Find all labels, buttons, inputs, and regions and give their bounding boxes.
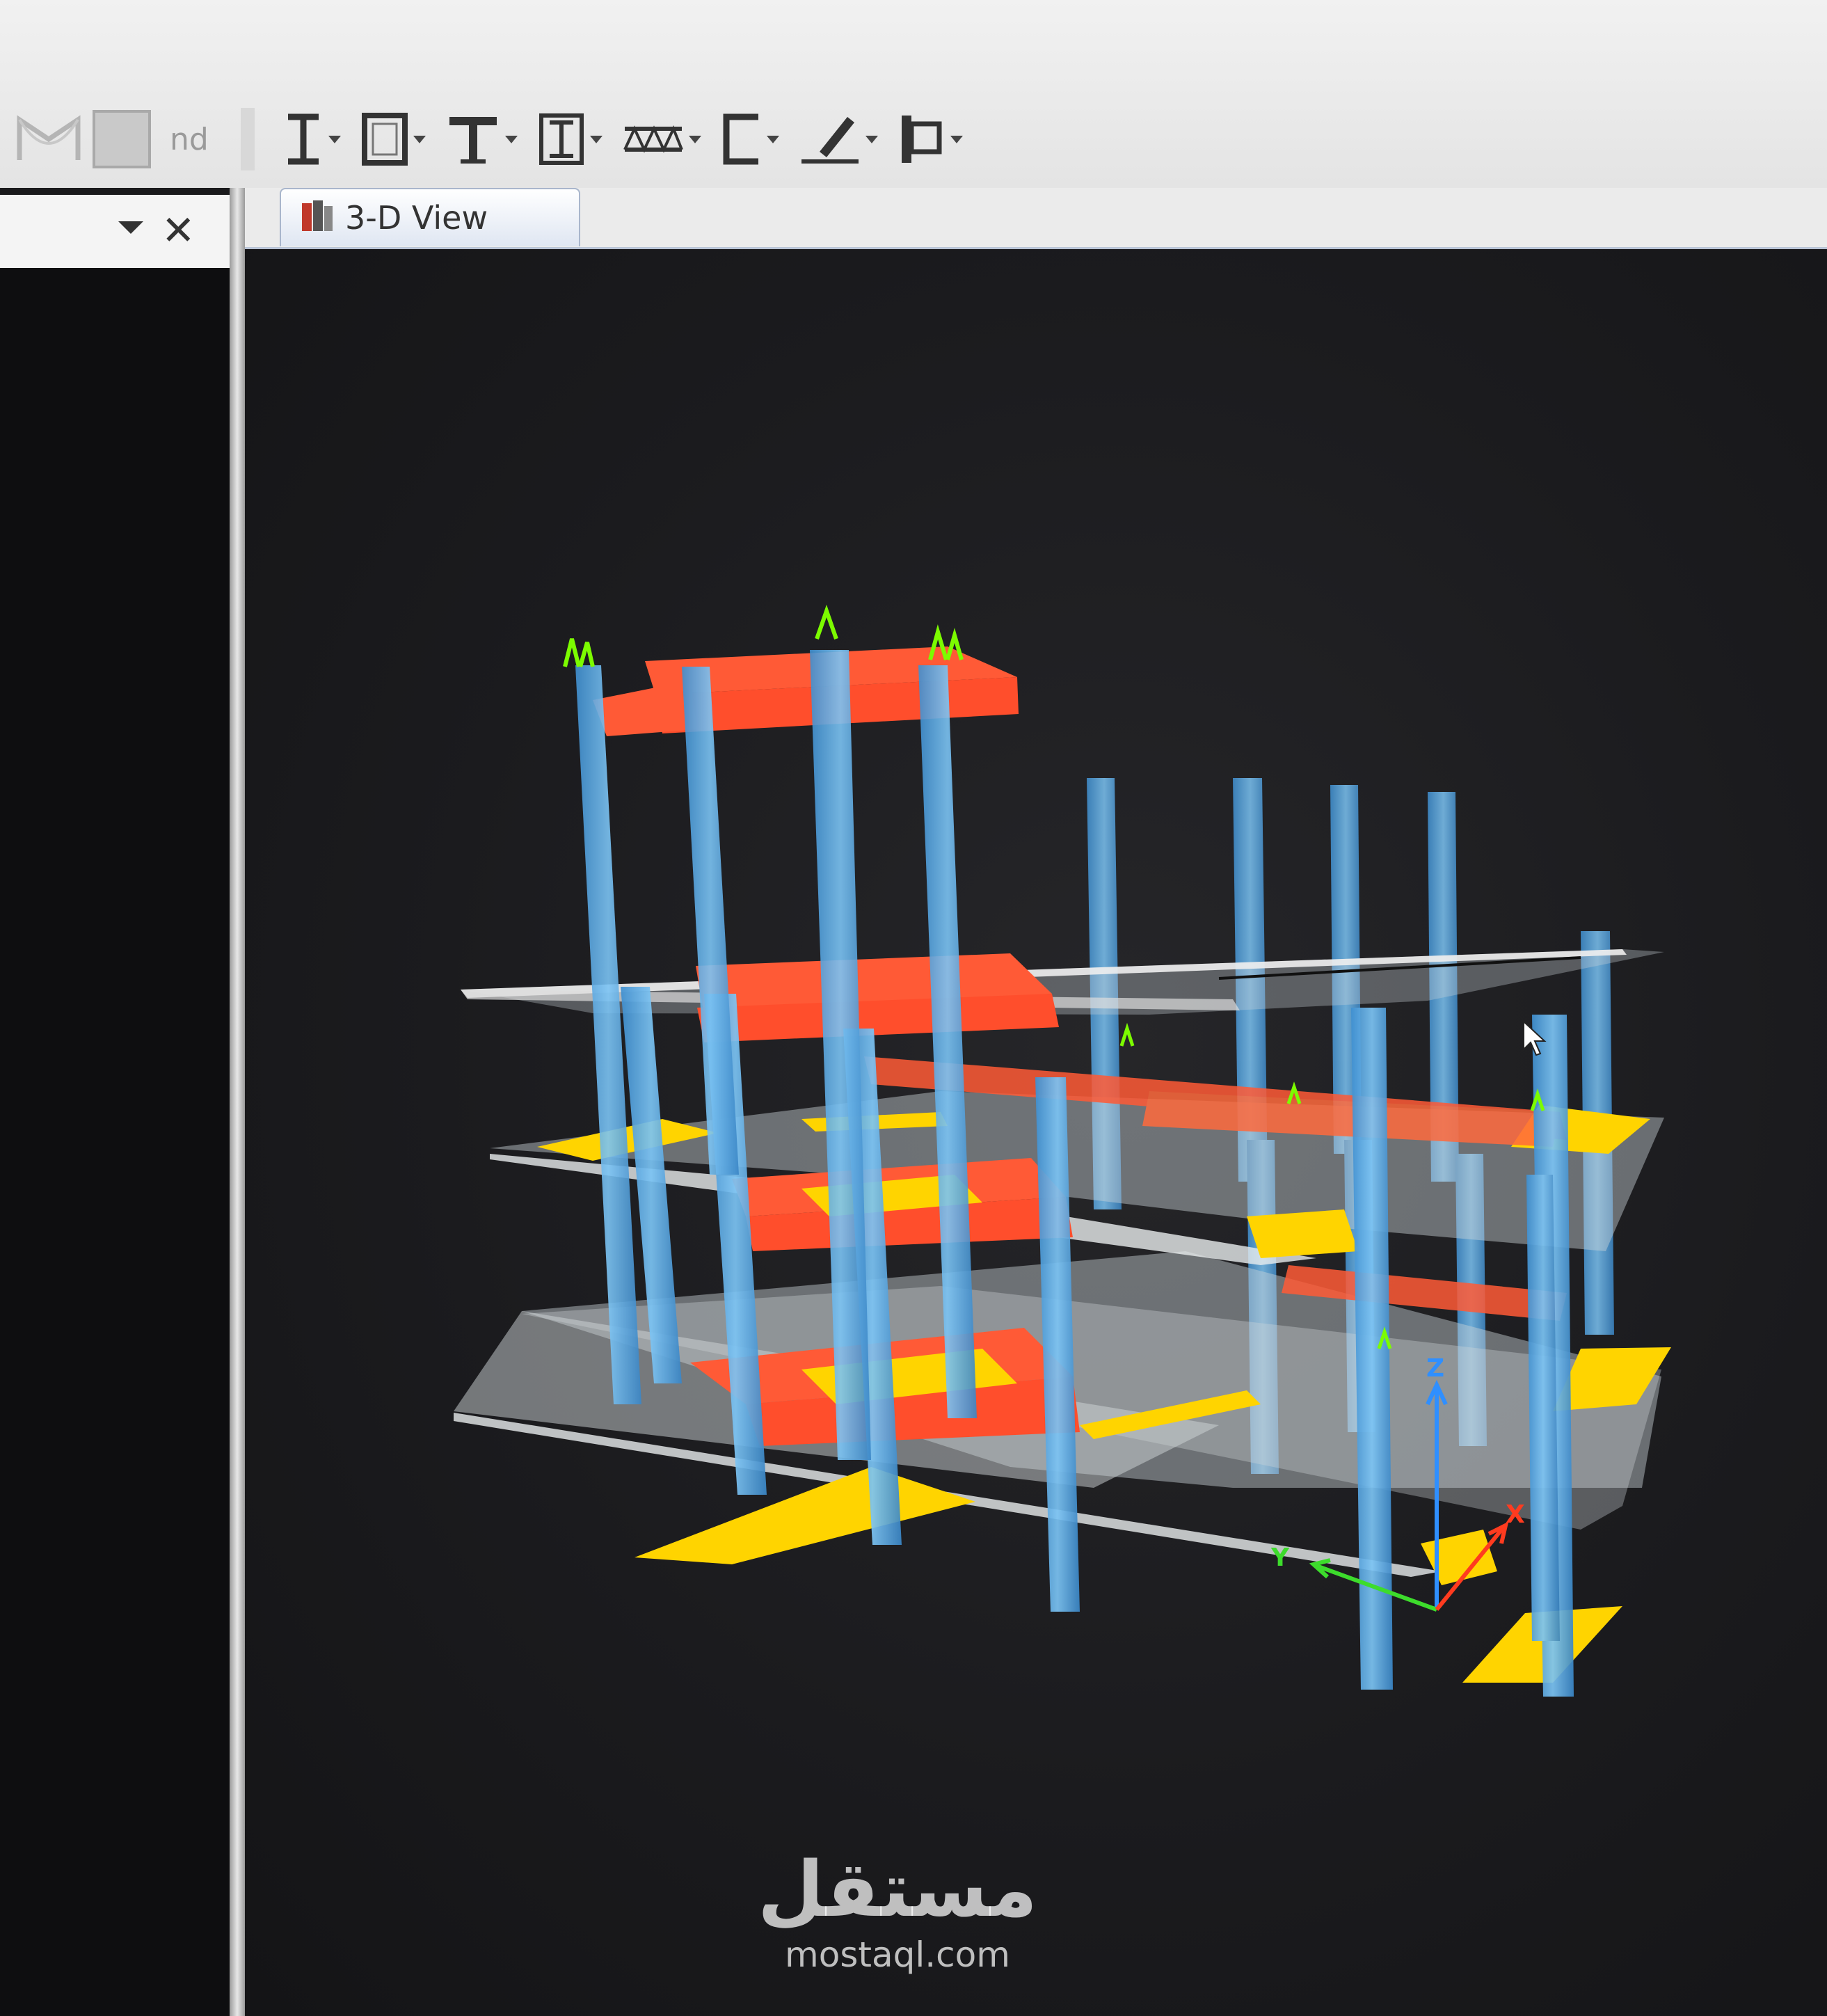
tab-3d-view[interactable]: 3-D View xyxy=(280,188,580,246)
plate-section-icon xyxy=(901,116,942,163)
support-icon xyxy=(563,638,595,667)
chevron-down-icon[interactable] xyxy=(865,135,878,143)
pen-draw-button[interactable] xyxy=(799,104,891,174)
plate-section-button[interactable] xyxy=(897,104,975,174)
pen-draw-icon xyxy=(801,117,859,164)
moment-frame-icon xyxy=(17,115,81,160)
chevron-down-icon[interactable] xyxy=(688,135,701,143)
explorer-panel xyxy=(0,268,230,2016)
box-section-icon xyxy=(361,113,408,166)
double-i-icon xyxy=(538,113,584,165)
shell-icon xyxy=(93,110,151,168)
slab-edge xyxy=(1421,1530,1497,1585)
slab-edge xyxy=(1247,1209,1358,1258)
structural-model: Z Y X xyxy=(454,604,1671,1697)
section-tools: nd xyxy=(0,101,1127,177)
explorer-panel-header: ✕ xyxy=(0,195,230,269)
tee-section-icon xyxy=(449,117,497,164)
chevron-down-icon[interactable] xyxy=(589,135,603,143)
watermark-arabic: مستقل xyxy=(757,1845,1038,1934)
panel-splitter[interactable] xyxy=(230,188,245,2016)
3d-view-viewport[interactable]: Z Y X xyxy=(245,249,1827,2016)
joist-button[interactable] xyxy=(622,104,714,174)
axis-x-label: X xyxy=(1506,1500,1525,1529)
chevron-down-icon[interactable] xyxy=(950,135,963,143)
box-section-button[interactable] xyxy=(360,104,438,174)
joist-icon xyxy=(623,125,683,153)
axis-y-label: Y xyxy=(1270,1543,1290,1572)
i-beam-button[interactable] xyxy=(282,104,353,174)
watermark-latin: mostaql.com xyxy=(785,1935,1010,1975)
chevron-down-icon[interactable] xyxy=(328,135,341,143)
main-toolbar: nd xyxy=(0,0,1827,188)
shell-button[interactable] xyxy=(90,104,153,174)
tee-section-button[interactable] xyxy=(445,104,530,174)
column xyxy=(682,667,739,1175)
channel-section-icon xyxy=(723,113,758,165)
chevron-down-icon[interactable] xyxy=(504,135,518,143)
chevron-down-icon[interactable] xyxy=(413,135,426,143)
close-icon[interactable]: ✕ xyxy=(161,210,196,251)
i-beam-icon xyxy=(287,113,319,165)
moment-frame-button[interactable] xyxy=(14,104,83,174)
toolbar-separator xyxy=(240,108,255,170)
watermark: مستقل mostaql.com xyxy=(724,1851,1071,1975)
double-i-button[interactable] xyxy=(537,104,615,174)
chevron-down-icon[interactable] xyxy=(766,135,779,143)
channel-section-button[interactable] xyxy=(721,104,792,174)
3d-view-icon xyxy=(301,199,335,237)
view-tab-strip: 3-D View xyxy=(245,188,1827,249)
support-icon xyxy=(815,604,838,640)
chevron-down-icon[interactable] xyxy=(118,221,143,234)
slab-edge xyxy=(635,1467,975,1564)
faded-tool-label: nd xyxy=(170,121,209,157)
axis-z-label: Z xyxy=(1426,1354,1444,1383)
tab-label: 3-D View xyxy=(345,199,488,237)
support-icon xyxy=(1119,1022,1135,1047)
beam xyxy=(593,681,697,736)
